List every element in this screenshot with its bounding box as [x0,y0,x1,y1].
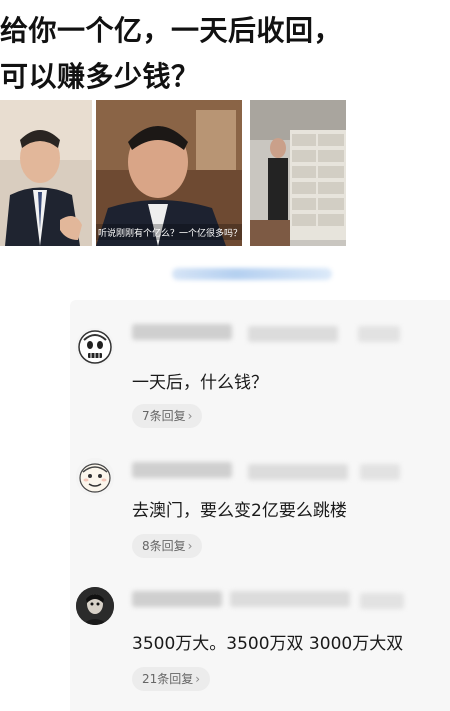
reply-count-label: 8条回复 [142,539,186,553]
blurred-meta [360,464,400,480]
chevron-right-icon: › [195,672,201,686]
cash-image[interactable] [250,100,346,246]
meme-image-1[interactable] [0,100,92,246]
cartoon-face-avatar-icon[interactable] [76,458,114,496]
reply-count-button[interactable]: 7条回复 › [132,404,203,428]
blurred-link[interactable] [172,268,332,280]
blurred-meta [230,591,350,607]
chevron-right-icon: › [187,409,193,423]
post-question: 给你一个亿，一天后收回， 可以赚多少钱？ [0,8,450,100]
reply-count-label: 21条回复 [142,672,194,686]
dark-photo-avatar-icon[interactable] [76,587,114,625]
blurred-meta [248,326,338,342]
comment-text: 3500万大。3500万双 3000万大双 [132,634,404,654]
question-line-1: 给你一个亿，一天后收回， [0,14,343,47]
reply-count-button[interactable]: 8条回复 › [132,534,203,558]
comment-item: 3500万大。3500万双 3000万大双 21条回复 › [70,587,450,707]
blurred-username[interactable] [132,462,232,478]
blurred-meta [358,326,400,342]
comments-panel: 一天后，什么钱？ 7条回复 › 去澳门，要么变2亿要么跳楼 8条回复 › 350… [70,300,450,711]
image-strip: 听说刚刚有个亿么？一个亿很多吗？ [0,100,450,246]
reply-count-button[interactable]: 21条回复 › [132,667,211,691]
reply-count-label: 7条回复 [142,409,186,423]
blurred-username[interactable] [132,324,232,340]
comment-text: 一天后，什么钱？ [132,373,268,393]
comment-item: 一天后，什么钱？ 7条回复 › [70,320,450,435]
question-line-2: 可以赚多少钱？ [0,60,200,93]
sketch-face-avatar-icon[interactable] [76,328,114,366]
blurred-username[interactable] [132,591,222,607]
meme-caption: 听说刚刚有个亿么？一个亿很多吗？ [98,227,242,239]
comment-item: 去澳门，要么变2亿要么跳楼 8条回复 › [70,458,450,573]
blurred-meta [360,593,404,609]
comment-text: 去澳门，要么变2亿要么跳楼 [132,501,347,521]
meme-image-2[interactable]: 听说刚刚有个亿么？一个亿很多吗？ [96,100,242,246]
chevron-right-icon: › [187,539,193,553]
blurred-meta [248,464,348,480]
